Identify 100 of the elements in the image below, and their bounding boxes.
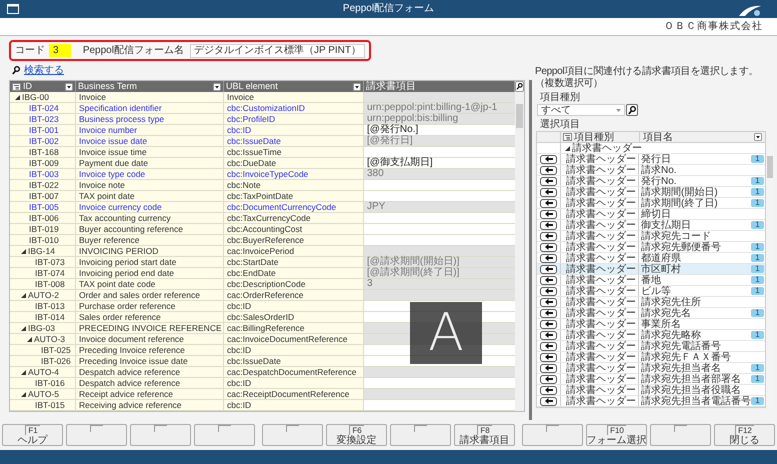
count-badge: 1	[751, 254, 764, 262]
table-cell: Business process type	[76, 114, 224, 124]
add-button[interactable]	[540, 210, 557, 218]
table-cell: cbc:SalesOrderID	[224, 312, 364, 322]
tree-icon[interactable]	[563, 133, 572, 141]
table-cell: AUTO-3	[34, 334, 66, 344]
add-button[interactable]	[540, 352, 557, 362]
table-cell: 請求書ヘッダー	[566, 264, 636, 274]
add-button[interactable]	[540, 308, 557, 318]
column-header[interactable]: 請求書項目	[366, 81, 512, 92]
add-button[interactable]	[540, 220, 557, 230]
add-button[interactable]	[540, 286, 557, 296]
table-cell: 御支払期日	[641, 220, 691, 230]
table-cell: IBT-073	[35, 257, 65, 267]
function-key-button[interactable]: F6 変換設定	[326, 424, 387, 446]
column-header[interactable]: ID	[23, 81, 63, 92]
table-cell: cbc:StartDate	[224, 257, 364, 267]
table-cell: Invoice	[76, 92, 224, 102]
table-cell: 請求書ヘッダー	[566, 340, 636, 352]
column-header[interactable]: 項目種別	[574, 132, 614, 142]
add-button[interactable]	[540, 276, 557, 284]
table-cell: Receiving advice reference	[76, 400, 224, 410]
table-cell: cbc:ProfileID	[224, 114, 364, 124]
dropdown-icon[interactable]	[213, 82, 221, 90]
add-button[interactable]	[540, 232, 557, 240]
dropdown-icon[interactable]	[353, 82, 361, 90]
add-button[interactable]	[540, 176, 557, 186]
form-name-field[interactable]: デジタルインボイス標準（JP PINT）	[190, 44, 365, 58]
count-badge: 1	[751, 155, 764, 163]
function-key-button[interactable]: F10 フォーム選択	[586, 424, 647, 446]
code-field[interactable]: 3	[49, 44, 71, 57]
add-button[interactable]	[540, 166, 557, 174]
table-cell: 請求書ヘッダー	[566, 296, 636, 308]
add-button[interactable]	[540, 298, 557, 306]
add-button[interactable]	[540, 342, 557, 350]
dropdown-icon[interactable]	[65, 82, 73, 90]
add-button[interactable]	[540, 188, 557, 196]
table-cell: Invoice document reference	[76, 334, 224, 344]
table-cell: 事業所名	[641, 318, 681, 330]
add-button[interactable]	[540, 374, 557, 384]
table-cell: cbc:BuyerReference	[224, 235, 364, 245]
table-cell: 請求書ヘッダー	[566, 164, 636, 176]
table-cell: cbc:IssueDate	[224, 356, 364, 366]
table-cell: IBT-005	[29, 202, 59, 212]
count-badge: 1	[751, 397, 764, 405]
table-cell: IBT-007	[29, 191, 59, 201]
table-cell: IBT-009	[29, 158, 59, 168]
count-badge: 1	[751, 188, 764, 196]
add-button[interactable]	[540, 396, 557, 406]
add-button[interactable]	[540, 364, 557, 372]
item-type-select[interactable]: すべて	[537, 104, 625, 116]
table-cell: 請求宛先担当者役職名	[641, 384, 741, 396]
column-header[interactable]: UBL element	[226, 81, 351, 92]
table-cell: 請求書ヘッダー	[566, 198, 636, 208]
function-key-button[interactable]: F12 閉じる	[714, 424, 775, 446]
table-cell: 請求宛先担当者部署名	[641, 374, 741, 384]
search-button[interactable]	[626, 104, 638, 116]
instruction-text: Peppol項目に関連付ける請求書項目を選択します。（複数選択可）	[535, 66, 760, 90]
table-cell: 請求書ヘッダー	[566, 154, 636, 164]
count-badge: 1	[751, 375, 764, 383]
add-button[interactable]	[540, 330, 557, 340]
collapse-icon[interactable]	[565, 146, 570, 150]
search-icon	[516, 83, 523, 90]
table-cell: Invoice issue date	[76, 136, 224, 146]
table-cell: 請求書ヘッダー	[566, 318, 636, 330]
table-cell: cbc:EndDate	[224, 268, 364, 278]
add-button[interactable]	[540, 320, 557, 328]
add-button[interactable]	[540, 254, 557, 262]
tree-icon[interactable]	[12, 82, 21, 90]
count-badge: 1	[751, 265, 764, 273]
table-cell: 請求宛先コード	[641, 230, 711, 242]
add-button[interactable]	[540, 386, 557, 394]
table-cell: Despatch advice reference	[76, 367, 224, 377]
table-cell: cbc:ID	[224, 378, 364, 388]
table-cell: cac:InvoicePeriod	[224, 246, 364, 256]
table-cell: cac:OrderReference	[224, 290, 364, 300]
search-link[interactable]: 検索する	[24, 64, 64, 76]
table-cell: cbc:IssueTime	[224, 147, 364, 157]
count-badge: 1	[751, 331, 764, 339]
table-cell: INVOICING PERIOD	[76, 246, 224, 256]
add-button[interactable]	[540, 242, 557, 252]
table-cell: IBT-013	[35, 301, 65, 311]
table-cell: 請求宛先担当者電話番号	[641, 396, 751, 406]
table-cell: IBT-023	[29, 114, 59, 124]
function-key-button[interactable]: F1 ヘルプ	[2, 424, 63, 446]
column-header[interactable]: 項目名	[643, 132, 754, 142]
caret-icon	[616, 108, 621, 112]
search-button[interactable]	[515, 81, 524, 92]
table-cell: 請求書ヘッダー	[566, 352, 636, 362]
table-cell: 請求書ヘッダー	[566, 252, 636, 264]
table-cell: cac:InvoiceDocumentReference	[224, 334, 364, 344]
table-cell: Invoice type code	[76, 169, 224, 179]
add-button[interactable]	[540, 154, 557, 164]
add-button[interactable]	[540, 198, 557, 208]
add-button[interactable]	[540, 264, 557, 274]
group-row-label[interactable]: 請求書ヘッダー	[572, 142, 642, 154]
function-key-button[interactable]: F8 請求書項目	[454, 424, 515, 446]
column-header[interactable]: Business Term	[78, 81, 211, 92]
table-cell: cbc:TaxCurrencyCode	[224, 213, 364, 223]
dropdown-icon[interactable]	[754, 133, 762, 141]
